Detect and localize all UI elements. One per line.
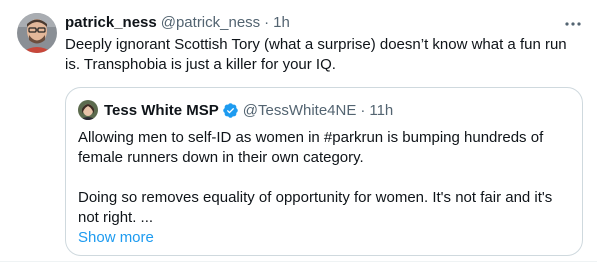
quoted-author-display-name: Tess White MSP xyxy=(104,101,219,119)
quoted-tweet-text: Allowing men to self-ID as women in #par… xyxy=(78,128,573,248)
tweet-header: patrick_ness @patrick_ness · 1h xyxy=(65,12,290,32)
show-more-link[interactable]: Show more xyxy=(78,228,573,248)
more-options-button[interactable] xyxy=(563,12,583,32)
author-avatar[interactable] xyxy=(17,13,57,53)
more-horizontal-icon xyxy=(565,13,581,31)
quoted-header-separator: · xyxy=(360,101,366,119)
quoted-author-avatar xyxy=(78,100,98,120)
author-handle[interactable]: @patrick_ness xyxy=(161,14,260,31)
quoted-tweet[interactable]: Tess White MSP @TessWhite4NE · 11h Allow… xyxy=(65,87,583,256)
author-display-name[interactable]: patrick_ness xyxy=(65,14,157,31)
verified-badge-icon xyxy=(222,102,239,119)
quoted-author-handle: @TessWhite4NE xyxy=(242,101,357,119)
tweet-text: Deeply ignorant Scottish Tory (what a su… xyxy=(65,36,567,73)
quoted-tweet-timestamp: 11h xyxy=(369,101,394,119)
tweet-timestamp[interactable]: 1h xyxy=(273,14,290,31)
tweet[interactable]: patrick_ness @patrick_ness · 1h Deeply i… xyxy=(0,0,597,262)
quoted-tweet-header: Tess White MSP @TessWhite4NE · 11h xyxy=(78,100,393,120)
quoted-tweet-paragraph: Doing so removes equality of opportunity… xyxy=(78,189,553,226)
header-separator: · xyxy=(264,13,270,31)
quoted-tweet-paragraph: Allowing men to self-ID as women in #par… xyxy=(78,129,544,166)
